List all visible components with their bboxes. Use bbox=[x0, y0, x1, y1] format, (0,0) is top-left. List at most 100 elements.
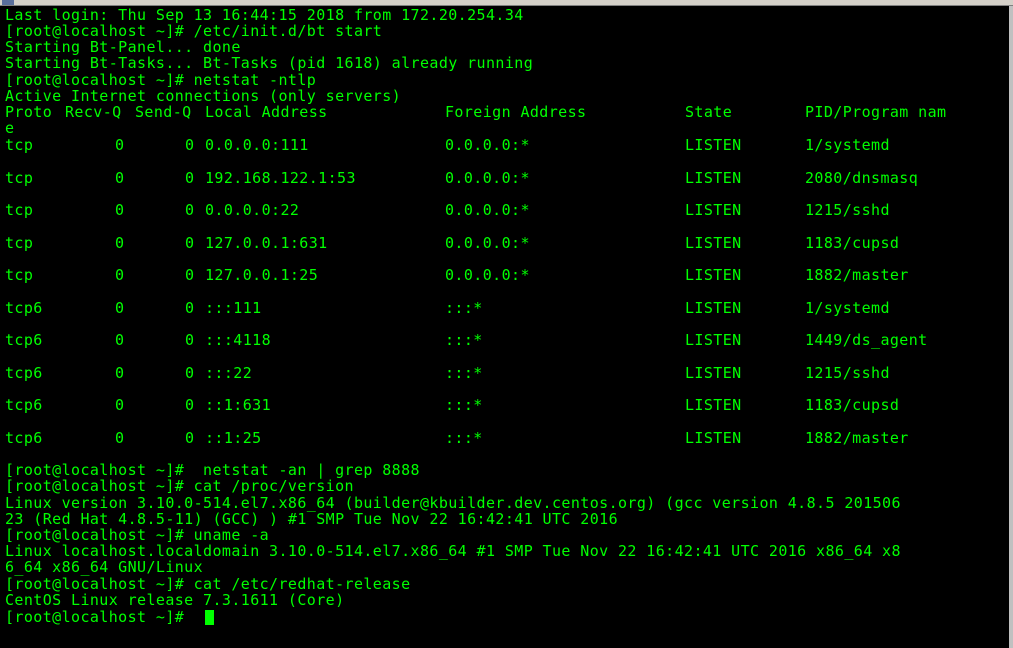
cell-local-address: 127.0.0.1:25 bbox=[205, 266, 319, 284]
terminal-line: Linux localhost.localdomain 3.10.0-514.e… bbox=[5, 542, 901, 560]
cell-state: LISTEN bbox=[685, 299, 742, 317]
cell-recv-q: 0 bbox=[115, 299, 125, 317]
cell-pid-program: 1183/cupsd bbox=[805, 234, 900, 252]
cell-foreign-address: 0.0.0.0:* bbox=[445, 266, 530, 284]
table-row: tcp 0 0 0.0.0.0:111 0.0.0.0:* LISTEN 1/s… bbox=[5, 137, 995, 153]
cell-local-address: :::22 bbox=[205, 364, 253, 382]
cell-state: LISTEN bbox=[685, 429, 742, 447]
cell-send-q: 0 bbox=[185, 331, 195, 349]
terminal-line: Linux version 3.10.0-514.el7.x86_64 (bui… bbox=[5, 494, 901, 512]
cell-state: LISTEN bbox=[685, 136, 742, 154]
cell-state: LISTEN bbox=[685, 266, 742, 284]
cell-recv-q: 0 bbox=[115, 396, 125, 414]
cell-local-address: ::1:25 bbox=[205, 429, 262, 447]
cell-pid-program: 1/systemd bbox=[805, 299, 890, 317]
terminal-line: [root@localhost ~]# /etc/init.d/bt start bbox=[5, 22, 383, 40]
cell-foreign-address: :::* bbox=[445, 429, 483, 447]
cell-recv-q: 0 bbox=[115, 331, 125, 349]
table-row: tcp 0 0 0.0.0.0:22 0.0.0.0:* LISTEN 1215… bbox=[5, 202, 995, 218]
cell-foreign-address: :::* bbox=[445, 396, 483, 414]
cell-pid-program: 1882/master bbox=[805, 429, 909, 447]
header-wrap-char: e bbox=[5, 119, 15, 137]
terminal-line: [root@localhost ~]# netstat -ntlp bbox=[5, 71, 317, 89]
cell-recv-q: 0 bbox=[115, 234, 125, 252]
terminal-line: [root@localhost ~]# cat /proc/version bbox=[5, 477, 354, 495]
header-pid-program: PID/Program nam bbox=[805, 103, 947, 121]
cell-state: LISTEN bbox=[685, 201, 742, 219]
system-menu-icon[interactable] bbox=[2, 0, 14, 5]
cell-foreign-address: 0.0.0.0:* bbox=[445, 169, 530, 187]
cell-local-address: :::4118 bbox=[205, 331, 272, 349]
terminal-line: Starting Bt-Tasks... Bt-Tasks (pid 1618)… bbox=[5, 54, 534, 72]
cell-state: LISTEN bbox=[685, 396, 742, 414]
cell-local-address: ::1:631 bbox=[205, 396, 272, 414]
cell-recv-q: 0 bbox=[115, 429, 125, 447]
cell-pid-program: 2080/dnsmasq bbox=[805, 169, 919, 187]
cell-recv-q: 0 bbox=[115, 201, 125, 219]
cell-send-q: 0 bbox=[185, 299, 195, 317]
cell-proto: tcp6 bbox=[5, 429, 43, 447]
cell-recv-q: 0 bbox=[115, 169, 125, 187]
terminal-line: 23 (Red Hat 4.8.5-11) (GCC) ) #1 SMP Tue… bbox=[5, 510, 618, 528]
cell-local-address: 192.168.122.1:53 bbox=[205, 169, 356, 187]
cell-proto: tcp6 bbox=[5, 364, 43, 382]
cell-local-address: 127.0.0.1:631 bbox=[205, 234, 328, 252]
terminal-line: 6_64 x86_64 GNU/Linux bbox=[5, 558, 204, 576]
cell-pid-program: 1/systemd bbox=[805, 136, 890, 154]
cell-send-q: 0 bbox=[185, 234, 195, 252]
cell-send-q: 0 bbox=[185, 201, 195, 219]
header-send-q: Send-Q bbox=[135, 103, 192, 121]
cell-pid-program: 1449/ds_agent bbox=[805, 331, 928, 349]
cell-state: LISTEN bbox=[685, 169, 742, 187]
cell-state: LISTEN bbox=[685, 234, 742, 252]
cell-send-q: 0 bbox=[185, 396, 195, 414]
cell-send-q: 0 bbox=[185, 136, 195, 154]
table-row: tcp6 0 0 ::1:631 :::* LISTEN 1183/cupsd bbox=[5, 397, 995, 413]
cell-proto: tcp bbox=[5, 201, 34, 219]
cell-proto: tcp bbox=[5, 266, 34, 284]
netstat-header-row: Proto Recv-Q Send-Q Local Address Foreig… bbox=[5, 104, 995, 120]
cell-foreign-address: :::* bbox=[445, 364, 483, 382]
cell-recv-q: 0 bbox=[115, 266, 125, 284]
terminal-line: [root@localhost ~]# uname -a bbox=[5, 526, 270, 544]
table-row: tcp6 0 0 ::1:25 :::* LISTEN 1882/master bbox=[5, 430, 995, 446]
table-row: tcp 0 0 127.0.0.1:631 0.0.0.0:* LISTEN 1… bbox=[5, 235, 995, 251]
cell-recv-q: 0 bbox=[115, 364, 125, 382]
terminal-cursor[interactable] bbox=[205, 610, 214, 625]
cell-local-address: :::111 bbox=[205, 299, 262, 317]
cell-state: LISTEN bbox=[685, 364, 742, 382]
cell-pid-program: 1215/sshd bbox=[805, 201, 890, 219]
table-row: tcp6 0 0 :::4118 :::* LISTEN 1449/ds_age… bbox=[5, 332, 995, 348]
cell-foreign-address: :::* bbox=[445, 299, 483, 317]
terminal-line: CentOS Linux release 7.3.1611 (Core) bbox=[5, 591, 345, 609]
table-row: tcp6 0 0 :::22 :::* LISTEN 1215/sshd bbox=[5, 365, 995, 381]
table-row: tcp 0 0 127.0.0.1:25 0.0.0.0:* LISTEN 18… bbox=[5, 267, 995, 283]
cell-pid-program: 1183/cupsd bbox=[805, 396, 900, 414]
header-foreign-address: Foreign Address bbox=[445, 103, 587, 121]
terminal-line: Active Internet connections (only server… bbox=[5, 87, 402, 105]
table-row: tcp 0 0 192.168.122.1:53 0.0.0.0:* LISTE… bbox=[5, 170, 995, 186]
terminal-line: [root@localhost ~]# cat /etc/redhat-rele… bbox=[5, 575, 411, 593]
header-state: State bbox=[685, 103, 733, 121]
cell-proto: tcp6 bbox=[5, 396, 43, 414]
vertical-scrollbar[interactable] bbox=[1009, 6, 1013, 648]
terminal-line: [root@localhost ~]# netstat -an | grep 8… bbox=[5, 461, 420, 479]
cell-recv-q: 0 bbox=[115, 136, 125, 154]
terminal-prompt-line[interactable]: [root@localhost ~]# bbox=[5, 609, 194, 625]
cell-local-address: 0.0.0.0:22 bbox=[205, 201, 300, 219]
cell-proto: tcp bbox=[5, 136, 34, 154]
terminal-line: Last login: Thu Sep 13 16:44:15 2018 fro… bbox=[5, 6, 524, 24]
table-row: tcp6 0 0 :::111 :::* LISTEN 1/systemd bbox=[5, 300, 995, 316]
cell-foreign-address: 0.0.0.0:* bbox=[445, 201, 530, 219]
cell-proto: tcp bbox=[5, 169, 34, 187]
cell-send-q: 0 bbox=[185, 429, 195, 447]
cell-pid-program: 1215/sshd bbox=[805, 364, 890, 382]
cell-local-address: 0.0.0.0:111 bbox=[205, 136, 309, 154]
terminal-line: Starting Bt-Panel... done bbox=[5, 38, 241, 56]
cell-send-q: 0 bbox=[185, 169, 195, 187]
header-recv-q: Recv-Q bbox=[65, 103, 122, 121]
cell-state: LISTEN bbox=[685, 331, 742, 349]
cell-proto: tcp6 bbox=[5, 331, 43, 349]
terminal-window[interactable]: Last login: Thu Sep 13 16:44:15 2018 fro… bbox=[0, 0, 1013, 648]
cell-send-q: 0 bbox=[185, 364, 195, 382]
